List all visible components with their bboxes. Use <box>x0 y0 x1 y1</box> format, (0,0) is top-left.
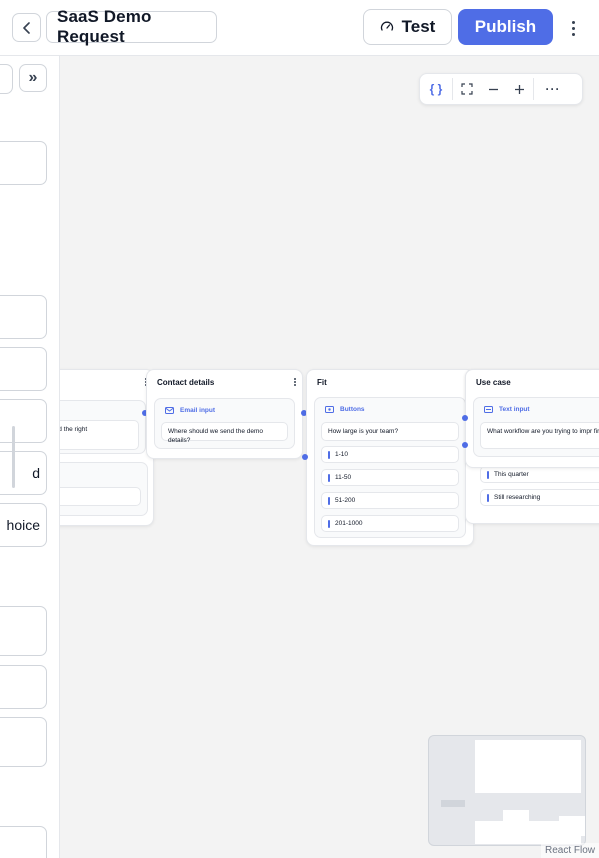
minimap[interactable] <box>428 735 586 846</box>
node-block[interactable]: u find the right <box>60 400 146 454</box>
sidebar-block-item[interactable]: d <box>0 451 47 495</box>
block-question: u find the right <box>60 420 139 450</box>
block-question: e? <box>60 487 141 506</box>
button-option[interactable]: 201-1000 <box>321 515 459 532</box>
sidebar-block-item[interactable] <box>0 295 47 339</box>
plus-icon <box>514 84 524 94</box>
button-option[interactable]: 1-10 <box>321 446 459 463</box>
button-option[interactable]: 51-200 <box>321 492 459 509</box>
sidebar-block-item[interactable] <box>0 606 47 656</box>
braces-icon: { } <box>429 82 443 96</box>
test-button[interactable]: Test <box>363 9 452 45</box>
flow-canvas[interactable]: { } ··· u find the right e? Contact deta… <box>60 56 599 858</box>
block-type-label: Text input <box>484 406 530 413</box>
fullscreen-icon <box>461 83 473 95</box>
react-flow-attribution[interactable]: React Flow <box>540 843 599 858</box>
more-actions-button[interactable]: ··· <box>534 74 572 104</box>
node-menu-icon[interactable] <box>294 378 296 386</box>
collapse-sidebar-button[interactable]: » <box>19 64 47 92</box>
text-input-icon <box>484 406 493 413</box>
node-title: Use case <box>476 378 511 387</box>
flow-node[interactable]: u find the right e? <box>60 369 154 526</box>
variables-button[interactable]: { } <box>420 74 452 104</box>
flow-node-use-case-header[interactable]: Use case Text input What workflow are yo… <box>465 369 599 468</box>
email-input-icon <box>165 407 174 414</box>
publish-button[interactable]: Publish <box>458 9 553 45</box>
fit-view-button[interactable] <box>453 74 481 104</box>
publish-button-label: Publish <box>474 17 537 36</box>
sidebar-block-label: hoice <box>6 517 40 533</box>
sidebar-scrollbar[interactable] <box>12 426 15 488</box>
node-block[interactable]: Email input Where should we send the dem… <box>154 398 295 449</box>
sidebar-block-item[interactable] <box>0 347 47 391</box>
flow-title-input[interactable]: SaaS Demo Request <box>46 7 217 46</box>
sidebar-block-item[interactable] <box>0 141 47 185</box>
zoom-in-button[interactable] <box>505 74 533 104</box>
zoom-out-button[interactable] <box>481 74 505 104</box>
connection-handle[interactable] <box>462 415 468 421</box>
button-option[interactable]: 11-50 <box>321 469 459 486</box>
flow-node-contact-details[interactable]: Contact details Email input Where should… <box>146 369 303 459</box>
connection-handle[interactable] <box>302 454 308 460</box>
block-question: How large is your team? <box>321 422 459 441</box>
minimap-node <box>559 816 585 836</box>
sidebar-block-item[interactable]: hoice <box>0 503 47 547</box>
gauge-icon <box>380 21 393 31</box>
minimap-node <box>503 810 529 830</box>
block-type-label: Buttons <box>325 406 365 413</box>
flow-node-fit[interactable]: Fit Buttons How large is your team? 1-10… <box>306 369 474 546</box>
ellipsis-icon: ··· <box>545 82 561 96</box>
node-block[interactable]: Buttons How large is your team? 1-10 11-… <box>314 397 466 538</box>
block-sidebar: » d hoice <box>0 56 60 858</box>
sidebar-block-item[interactable] <box>0 399 47 443</box>
button-option[interactable]: Still researching <box>480 489 599 506</box>
node-title: Contact details <box>157 378 215 387</box>
back-button[interactable] <box>12 13 41 42</box>
block-question: What workflow are you trying to impr fir… <box>480 422 599 449</box>
block-type-label: Email input <box>165 407 215 414</box>
button-option[interactable]: This quarter <box>480 466 599 483</box>
block-question: Where should we send the demo details? <box>161 422 288 444</box>
buttons-block-icon <box>325 406 334 413</box>
sidebar-block-item[interactable] <box>0 717 47 767</box>
top-bar: SaaS Demo Request Test Publish <box>0 0 599 56</box>
minus-icon <box>488 88 498 90</box>
sidebar-block-item[interactable] <box>0 826 47 858</box>
chevron-left-icon <box>22 21 30 34</box>
node-block[interactable]: e? <box>60 462 148 516</box>
canvas-toolbar: { } ··· <box>419 73 583 105</box>
minimap-node <box>441 800 465 807</box>
more-options-button[interactable] <box>563 15 583 41</box>
sidebar-search-input[interactable] <box>0 64 13 94</box>
node-block[interactable]: Text input What workflow are you trying … <box>473 397 599 457</box>
sidebar-block-item[interactable] <box>0 665 47 709</box>
test-button-label: Test <box>401 17 436 36</box>
kebab-menu-icon <box>571 20 575 24</box>
node-title: Fit <box>317 378 327 387</box>
connection-handle[interactable] <box>462 442 468 448</box>
chevrons-right-icon: » <box>28 69 38 86</box>
sidebar-block-label: d <box>32 465 40 481</box>
